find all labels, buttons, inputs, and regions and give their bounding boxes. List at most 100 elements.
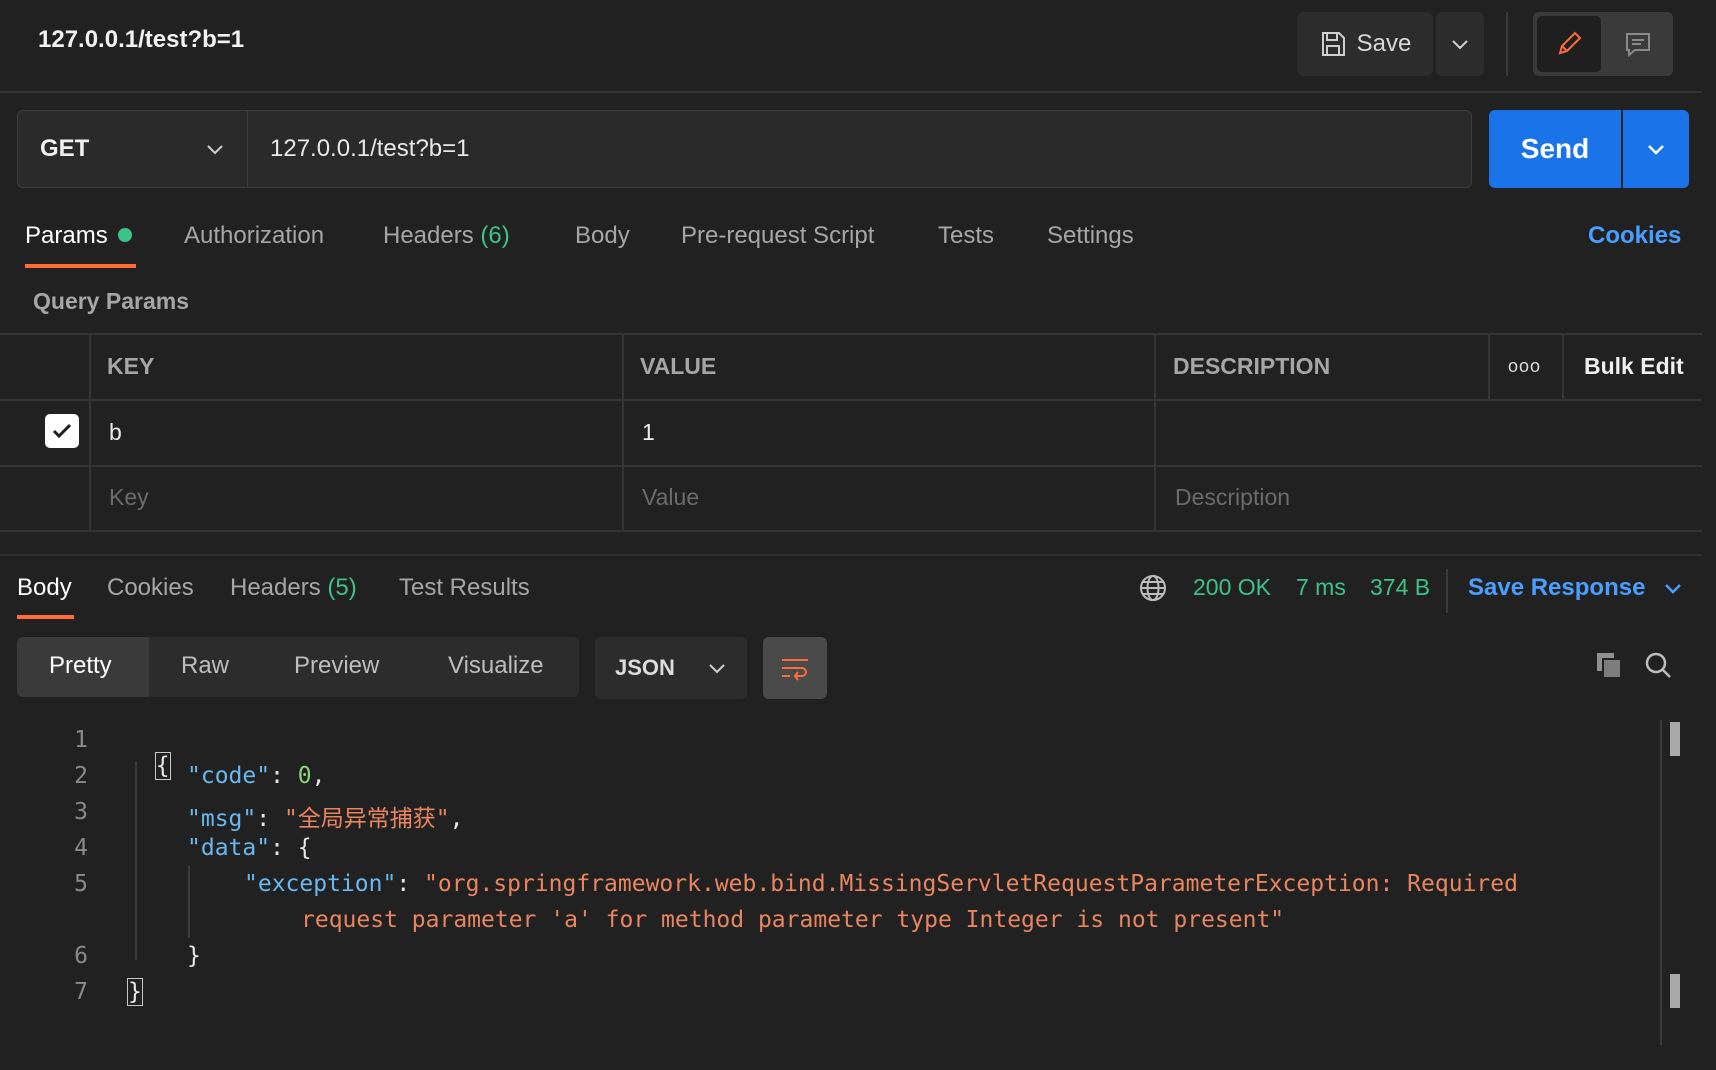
chevron-down-icon xyxy=(1452,40,1468,50)
table-col-divider xyxy=(1488,333,1490,399)
code-line-5[interactable]: "exception": "org.springframework.web.bi… xyxy=(244,871,1518,897)
new-value-input[interactable]: Value xyxy=(642,484,699,511)
line-number: 4 xyxy=(74,835,88,861)
json-key-msg: "msg" xyxy=(187,806,257,832)
chevron-down-icon xyxy=(709,664,725,674)
indent-guide xyxy=(188,866,190,938)
copy-icon[interactable] xyxy=(1594,650,1624,685)
tab-headers-count: (6) xyxy=(480,222,510,249)
response-divider xyxy=(0,554,1702,556)
save-button[interactable]: Save xyxy=(1297,12,1433,76)
wrap-lines-button[interactable] xyxy=(763,637,827,699)
json-value-msg: "全局异常捕获" xyxy=(283,806,450,832)
header-divider xyxy=(0,91,1702,93)
code-line-7[interactable]: } xyxy=(127,978,143,1006)
search-icon[interactable] xyxy=(1643,650,1673,685)
scrollbar-marker-top[interactable] xyxy=(1670,722,1680,756)
scrollbar-track[interactable] xyxy=(1660,720,1662,1045)
response-size[interactable]: 374 B xyxy=(1370,574,1430,601)
data-open-brace: { xyxy=(297,835,312,861)
method-label: GET xyxy=(40,135,90,162)
json-value-exception-part1: "org.springframework.web.bind.MissingSer… xyxy=(424,871,1518,897)
format-pretty[interactable]: Pretty xyxy=(49,652,112,680)
param-checkbox[interactable] xyxy=(45,414,79,448)
code-line-1[interactable]: { xyxy=(128,727,171,780)
tab-pre-request-script[interactable]: Pre-request Script xyxy=(681,222,874,250)
new-key-input[interactable]: Key xyxy=(109,484,149,511)
scrollbar-marker-bottom[interactable] xyxy=(1670,974,1680,1008)
indent-guide xyxy=(135,762,137,960)
response-tab-body[interactable]: Body xyxy=(17,574,72,602)
chevron-down-icon xyxy=(1648,145,1664,155)
tab-params-label: Params xyxy=(25,222,108,249)
json-value-exception-part2: request parameter 'a' for method paramet… xyxy=(301,907,1285,933)
send-options-button[interactable] xyxy=(1623,110,1689,188)
wrap-lines-icon xyxy=(782,659,808,681)
save-response-button[interactable]: Save Response xyxy=(1468,574,1684,602)
line-number: 7 xyxy=(74,979,88,1005)
tab-params-underline xyxy=(25,264,136,268)
tab-params[interactable]: Params xyxy=(25,222,132,250)
open-brace: { xyxy=(154,752,171,780)
method-select[interactable]: GET xyxy=(17,110,247,188)
tab-authorization[interactable]: Authorization xyxy=(184,222,324,250)
code-line-2[interactable]: "code": 0, xyxy=(187,763,326,789)
response-tab-test-results[interactable]: Test Results xyxy=(399,574,530,602)
code-line-3[interactable]: "msg": "全局异常捕获", xyxy=(187,799,464,833)
column-header-key: KEY xyxy=(107,353,155,379)
param-value-cell[interactable]: 1 xyxy=(642,419,655,446)
table-col-divider xyxy=(89,333,91,532)
response-tab-headers[interactable]: Headers (5) xyxy=(230,574,357,602)
comment-icon xyxy=(1626,33,1650,58)
save-options-button[interactable] xyxy=(1436,12,1484,76)
bulk-edit-button[interactable]: Bulk Edit xyxy=(1584,353,1684,380)
table-row-divider xyxy=(0,465,1702,467)
edit-mode-button[interactable] xyxy=(1537,16,1601,72)
param-key-cell[interactable]: b xyxy=(109,419,122,446)
request-title: 127.0.0.1/test?b=1 xyxy=(38,26,245,53)
send-button[interactable]: Send xyxy=(1489,110,1621,188)
chevron-down-icon xyxy=(207,145,223,155)
line-number: 6 xyxy=(74,943,88,969)
line-number: 3 xyxy=(74,799,88,825)
line-number: 1 xyxy=(74,727,88,753)
query-params-heading: Query Params xyxy=(33,288,189,314)
close-brace: } xyxy=(127,978,143,1006)
comment-mode-button[interactable] xyxy=(1606,16,1670,72)
line-number: 2 xyxy=(74,763,88,789)
save-icon xyxy=(1321,32,1345,56)
tab-headers[interactable]: Headers (6) xyxy=(383,222,510,250)
language-label: JSON xyxy=(615,655,675,680)
tab-body[interactable]: Body xyxy=(575,222,630,250)
code-line-5-wrap[interactable]: request parameter 'a' for method paramet… xyxy=(301,907,1284,933)
code-line-6[interactable]: } xyxy=(187,943,201,969)
column-header-value: VALUE xyxy=(640,353,717,379)
new-description-input[interactable]: Description xyxy=(1175,484,1290,511)
pencil-icon xyxy=(1558,31,1582,55)
table-col-divider xyxy=(1154,333,1156,532)
format-preview[interactable]: Preview xyxy=(294,652,379,680)
response-tab-cookies[interactable]: Cookies xyxy=(107,574,194,602)
code-line-4[interactable]: "data": { xyxy=(187,835,312,861)
status-code[interactable]: 200 OK xyxy=(1193,574,1271,601)
table-header-divider xyxy=(0,399,1702,401)
language-select[interactable]: JSON xyxy=(595,637,747,699)
params-table xyxy=(0,333,1702,532)
cookies-link[interactable]: Cookies xyxy=(1588,222,1681,250)
column-header-description: DESCRIPTION xyxy=(1173,353,1331,379)
json-key-data: "data" xyxy=(187,835,271,861)
format-raw[interactable]: Raw xyxy=(181,652,229,680)
tab-tests[interactable]: Tests xyxy=(938,222,994,250)
json-key-exception: "exception" xyxy=(244,871,397,897)
response-time[interactable]: 7 ms xyxy=(1296,574,1346,601)
check-icon xyxy=(52,423,72,439)
globe-icon[interactable] xyxy=(1138,573,1168,608)
save-label: Save xyxy=(1356,30,1412,57)
tab-settings[interactable]: Settings xyxy=(1047,222,1134,250)
format-visualize[interactable]: Visualize xyxy=(448,652,544,680)
more-options-icon[interactable]: ooo xyxy=(1508,356,1541,377)
response-tab-headers-count: (5) xyxy=(327,574,357,601)
save-response-label: Save Response xyxy=(1468,574,1646,601)
data-close-brace: } xyxy=(187,943,201,969)
url-input[interactable] xyxy=(247,110,1472,188)
